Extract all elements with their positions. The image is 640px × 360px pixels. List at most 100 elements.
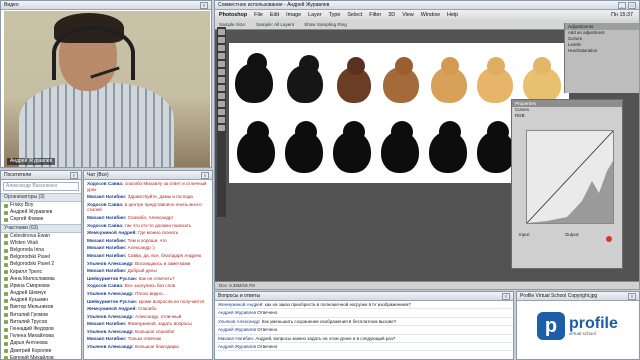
marquee-tool-icon[interactable] bbox=[218, 37, 225, 43]
video-pane: Видео ≡ Андрей Журавлев bbox=[0, 0, 212, 168]
participant-row[interactable]: Кирилл Трелс bbox=[1, 269, 81, 276]
user-status-icon bbox=[4, 270, 8, 275]
pane-menu-icon[interactable]: ≡ bbox=[201, 171, 209, 179]
participant-row[interactable]: Андрей Кузьмин bbox=[1, 297, 81, 304]
pane-menu-icon[interactable]: ≡ bbox=[70, 171, 78, 179]
participant-row[interactable]: Belgorodski Pavel 2 bbox=[1, 261, 81, 268]
move-tool-icon[interactable] bbox=[218, 29, 225, 35]
headset-icon bbox=[52, 26, 135, 80]
participant-row[interactable]: Евгений Михайлов bbox=[1, 355, 81, 359]
menu-item[interactable]: 3D bbox=[388, 12, 395, 18]
participant-search[interactable]: Александр Василенко bbox=[3, 182, 79, 191]
chat-message: Ульянов Александр: Восхищаюсь и заметкам… bbox=[84, 260, 212, 268]
chat-author: Ульянов Александр: bbox=[87, 290, 134, 296]
crop-tool-icon[interactable] bbox=[218, 53, 225, 59]
participant-row[interactable]: Виктор Мельников bbox=[1, 304, 81, 311]
participant-row[interactable]: Ирина Смирнова bbox=[1, 283, 81, 290]
chick-head bbox=[391, 121, 413, 143]
qa-item[interactable]: Андрей Журавлев Отвечено bbox=[215, 326, 513, 335]
menu-item[interactable]: Photoshop bbox=[219, 12, 247, 18]
participant-row[interactable]: Whiten Vitali bbox=[1, 240, 81, 247]
pane-menu-icon[interactable]: ≡ bbox=[200, 1, 208, 9]
share-titlebar: Совместное использование - Андрей Журавл… bbox=[215, 1, 639, 10]
participants-pane: Посетители ≡ Александр Василенко Организ… bbox=[0, 170, 82, 360]
chick-head bbox=[487, 121, 509, 143]
chat-author: Ходосов Савва: bbox=[87, 181, 124, 186]
qa-item[interactable]: Андрей Журавлев Отвечено bbox=[215, 343, 513, 352]
user-status-icon bbox=[4, 217, 8, 222]
school-logo: p profile virtual school bbox=[537, 312, 618, 340]
participant-row[interactable]: Дарья Антонова bbox=[1, 340, 81, 347]
participant-row[interactable]: Belgorodski Pavel bbox=[1, 254, 81, 261]
chat-message: Михаил Нагибин: Спасибо, Александр! bbox=[84, 214, 212, 222]
pen-tool-icon[interactable] bbox=[218, 101, 225, 107]
participant-row[interactable]: Виталий Громов bbox=[1, 312, 81, 319]
option-control[interactable]: Show Sampling Ring bbox=[304, 22, 347, 27]
pane-menu-icon[interactable]: ≡ bbox=[502, 292, 510, 300]
chat-pane: Чат (Все) ≡ Ходосов Савва: спасибо Михаи… bbox=[83, 170, 213, 360]
channel-select[interactable]: RGB bbox=[512, 113, 622, 119]
qa-titlebar: Вопросы и ответы ≡ bbox=[215, 292, 513, 301]
participant-name: Belgoroda Irina bbox=[10, 246, 44, 253]
participant-row[interactable]: Дмитрий Королев bbox=[1, 348, 81, 355]
menu-item[interactable]: Select bbox=[347, 12, 362, 18]
chat-message: Ходосов Савва: спасибо Михаилу за ответ … bbox=[84, 180, 212, 193]
qa-item[interactable]: Ульянов Александр: Как уменьшить сохране… bbox=[215, 318, 513, 327]
participant-list[interactable]: Организаторы (3) Frisky Boy Андрей Журавле… bbox=[1, 193, 81, 359]
eraser-tool-icon[interactable] bbox=[218, 85, 225, 91]
menu-item[interactable]: Window bbox=[421, 12, 440, 18]
chat-text: Все заснулись без слов bbox=[124, 283, 176, 289]
participant-row[interactable]: Гелена Михайлова bbox=[1, 333, 81, 340]
qa-list[interactable]: Жемчужиной Андрей: как на заказ приобрес… bbox=[215, 301, 513, 352]
zoom-tool-icon[interactable] bbox=[218, 125, 225, 131]
menu-item[interactable]: Image bbox=[286, 12, 301, 18]
menu-item[interactable]: Help bbox=[447, 12, 458, 18]
chat-message: Жемчужиной Андрей: Спасибо bbox=[84, 305, 212, 313]
chat-text: Где можно скачать bbox=[138, 230, 179, 236]
chat-text: Плохо видно... bbox=[135, 290, 167, 296]
chat-message: Жемчужиной Андрей: Где можно скачать bbox=[84, 229, 212, 237]
adjustments-tab[interactable]: Adjustments bbox=[565, 23, 639, 30]
user-status-icon bbox=[4, 313, 8, 318]
stamp-tool-icon[interactable] bbox=[218, 77, 225, 83]
menu-item[interactable]: Layer bbox=[308, 12, 322, 18]
menu-item[interactable]: Type bbox=[329, 12, 341, 18]
participant-row[interactable]: Celestinova Ewan bbox=[1, 233, 81, 240]
participant-row[interactable]: Сергей Фомин bbox=[1, 216, 81, 223]
properties-header[interactable]: Properties bbox=[512, 100, 622, 107]
qa-item[interactable]: Михаил Нагибин: Андрей, вопросы можно за… bbox=[215, 335, 513, 344]
maximize-icon[interactable]: □ bbox=[628, 1, 636, 9]
menu-item[interactable]: Edit bbox=[270, 12, 279, 18]
pane-menu-icon[interactable]: ≡ bbox=[628, 292, 636, 300]
option-control[interactable]: Sample: All Layers bbox=[256, 22, 294, 27]
logo-title: Profile Virtual School Copyright.jpg bbox=[520, 293, 598, 299]
chat-author: Шейкурметов Руслан: bbox=[87, 275, 138, 281]
lasso-tool-icon[interactable] bbox=[218, 45, 225, 51]
participant-group[interactable]: Участники (63) bbox=[1, 223, 81, 233]
chat-messages[interactable]: Ходосов Савва: спасибо Михаилу за ответ … bbox=[84, 180, 212, 351]
adjustment-row[interactable]: Hue/Saturation bbox=[565, 48, 639, 54]
menu-item[interactable]: Filter bbox=[369, 12, 381, 18]
participant-row[interactable]: Виталий Трусов bbox=[1, 319, 81, 326]
menu-item[interactable]: View bbox=[402, 12, 414, 18]
participant-name: Кирилл Трелс bbox=[10, 268, 43, 275]
eyedropper-tool-icon[interactable] bbox=[218, 61, 225, 67]
curves-graph[interactable] bbox=[526, 130, 614, 224]
participant-row[interactable]: Belgoroda Irina bbox=[1, 247, 81, 254]
menu-item[interactable]: File bbox=[254, 12, 263, 18]
minimize-icon[interactable]: _ bbox=[618, 1, 626, 9]
qa-item[interactable]: Жемчужиной Андрей: как на заказ приобрес… bbox=[215, 301, 513, 310]
chat-message: Михаил Нагибин: Здравствуйте, дамы и гос… bbox=[84, 193, 212, 201]
type-tool-icon[interactable] bbox=[218, 109, 225, 115]
chat-message: Ульянов Александр: Большое благодарю bbox=[84, 343, 212, 351]
participants-title: Посетители bbox=[4, 172, 32, 178]
hand-tool-icon[interactable] bbox=[218, 117, 225, 123]
participant-row[interactable]: Анна Милославова bbox=[1, 276, 81, 283]
chat-text: Жемчужиной, задать вопросы bbox=[127, 321, 192, 327]
cursor-marker bbox=[606, 236, 612, 242]
brush-tool-icon[interactable] bbox=[218, 69, 225, 75]
participant-name: Виктор Мельников bbox=[10, 304, 54, 311]
participant-group[interactable]: Организаторы (3) bbox=[1, 193, 81, 202]
qa-item[interactable]: Андрей Журавлев Отвечено bbox=[215, 309, 513, 318]
gradient-tool-icon[interactable] bbox=[218, 93, 225, 99]
